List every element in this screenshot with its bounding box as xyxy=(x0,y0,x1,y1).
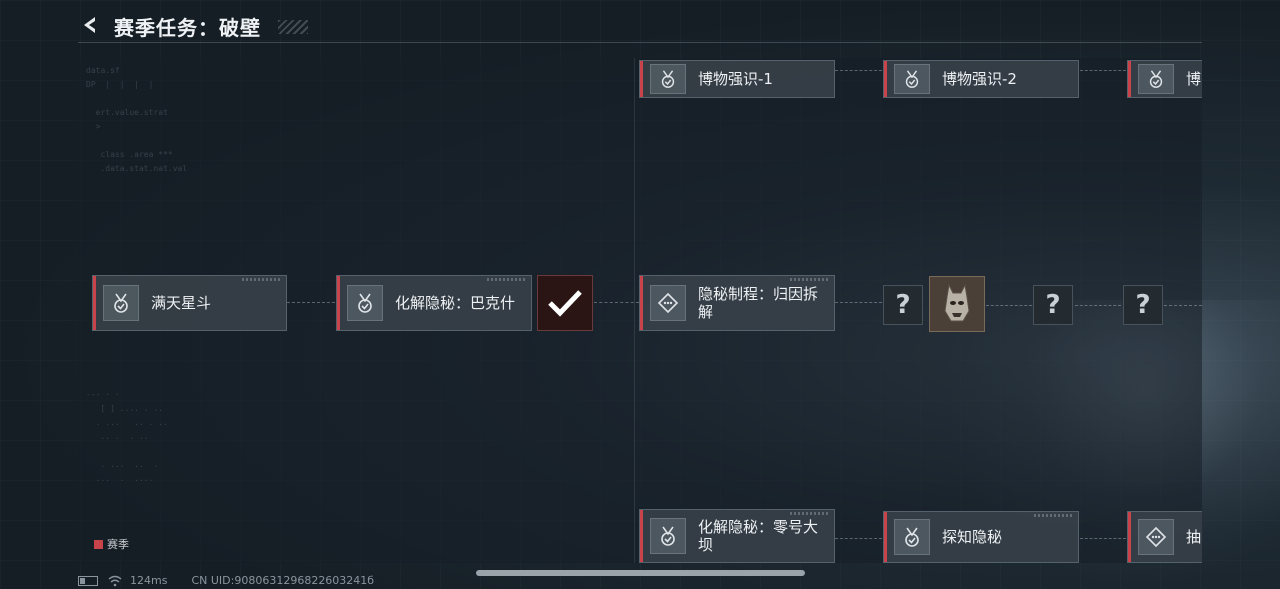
connector xyxy=(1080,538,1126,539)
medal-check-icon xyxy=(1149,70,1163,88)
quest-label: 化解隐秘：零号大坝 xyxy=(698,518,819,554)
quest-icon-box xyxy=(894,519,930,555)
wifi-icon xyxy=(108,575,122,586)
quest-node-5[interactable]: 博 xyxy=(1127,60,1202,98)
medal-check-icon xyxy=(905,70,919,88)
connector xyxy=(287,302,335,303)
back-arrow-icon xyxy=(84,17,95,33)
locked-reward[interactable]: ? xyxy=(1123,285,1163,325)
connector xyxy=(1164,305,1202,306)
quest-node-1[interactable]: 满天星斗 xyxy=(92,275,287,331)
battery-icon xyxy=(78,575,98,586)
quest-icon-box xyxy=(894,64,930,94)
back-button[interactable] xyxy=(78,14,102,36)
quest-icon-box xyxy=(650,285,686,321)
mask-icon xyxy=(944,283,970,322)
node-tag xyxy=(790,512,830,515)
connector xyxy=(594,302,639,303)
connector xyxy=(835,302,882,303)
quest-node-9[interactable]: 抽 xyxy=(1127,511,1202,563)
quest-node-7[interactable]: 化解隐秘：零号大坝 xyxy=(639,509,835,563)
quest-node-8[interactable]: 探知隐秘 xyxy=(883,511,1079,563)
decorative-code-text: data.sf DP | | | | ert.value.strat > cla… xyxy=(86,66,188,173)
quest-icon-box xyxy=(1138,64,1174,94)
page-title: 赛季任务：破壁 xyxy=(114,16,261,40)
legend: 赛季 xyxy=(94,536,129,552)
quest-label: 抽 xyxy=(1186,528,1202,546)
legend-label: 赛季 xyxy=(107,538,129,551)
quest-node-3[interactable]: 博物强识-1 xyxy=(639,60,835,98)
reward-claimed[interactable] xyxy=(537,275,593,331)
connector xyxy=(1075,305,1121,306)
diamond-icon xyxy=(1145,526,1167,548)
quest-icon-box xyxy=(347,285,383,321)
quest-label: 满天星斗 xyxy=(151,294,212,312)
connector xyxy=(835,538,882,539)
reward-mask[interactable] xyxy=(929,276,985,332)
medal-check-icon xyxy=(905,527,919,547)
status-bar: 124ms CN UID:9080631296822603241б xyxy=(78,574,374,587)
quest-label: 博 xyxy=(1186,70,1202,88)
node-tag xyxy=(487,278,527,281)
connector xyxy=(1080,70,1126,71)
title-decoration xyxy=(278,20,308,34)
horizontal-scrollbar[interactable] xyxy=(476,570,805,576)
decorative-code-text-lower: --- · · [ ] .... . .. . ... .. . .. .. .… xyxy=(86,390,168,483)
medal-check-icon xyxy=(661,70,675,88)
connector xyxy=(986,305,1032,306)
quest-label: 博物强识-1 xyxy=(698,70,773,88)
legend-swatch xyxy=(94,539,103,549)
quest-label: 化解隐秘：巴克什 xyxy=(395,294,516,312)
quest-icon-box xyxy=(650,64,686,94)
quest-label: 博物强识-2 xyxy=(942,70,1017,88)
diamond-icon xyxy=(657,292,679,314)
node-tag xyxy=(790,278,830,281)
header: 赛季任务：破壁 xyxy=(78,8,1202,43)
checkmark-icon xyxy=(548,290,582,317)
locked-reward[interactable]: ? xyxy=(1033,285,1073,325)
node-tag xyxy=(1034,514,1074,517)
panel-divider xyxy=(634,58,635,563)
ping-value: 124ms xyxy=(130,574,168,587)
medal-check-icon xyxy=(661,526,675,546)
node-tag xyxy=(242,278,282,281)
medal-check-icon xyxy=(114,293,128,313)
uid-text: CN UID:9080631296822603241б xyxy=(191,574,375,587)
quest-icon-box xyxy=(1138,519,1174,555)
quest-icon-box xyxy=(650,518,686,554)
locked-reward[interactable]: ? xyxy=(883,285,923,325)
medal-check-icon xyxy=(358,293,372,313)
quest-label: 隐秘制程：归因拆解 xyxy=(698,285,819,321)
quest-icon-box xyxy=(103,285,139,321)
quest-label: 探知隐秘 xyxy=(942,528,1003,546)
connector xyxy=(835,70,882,71)
quest-node-6[interactable]: 隐秘制程：归因拆解 xyxy=(639,275,835,331)
quest-node-2[interactable]: 化解隐秘：巴克什 xyxy=(336,275,532,331)
quest-node-4[interactable]: 博物强识-2 xyxy=(883,60,1079,98)
